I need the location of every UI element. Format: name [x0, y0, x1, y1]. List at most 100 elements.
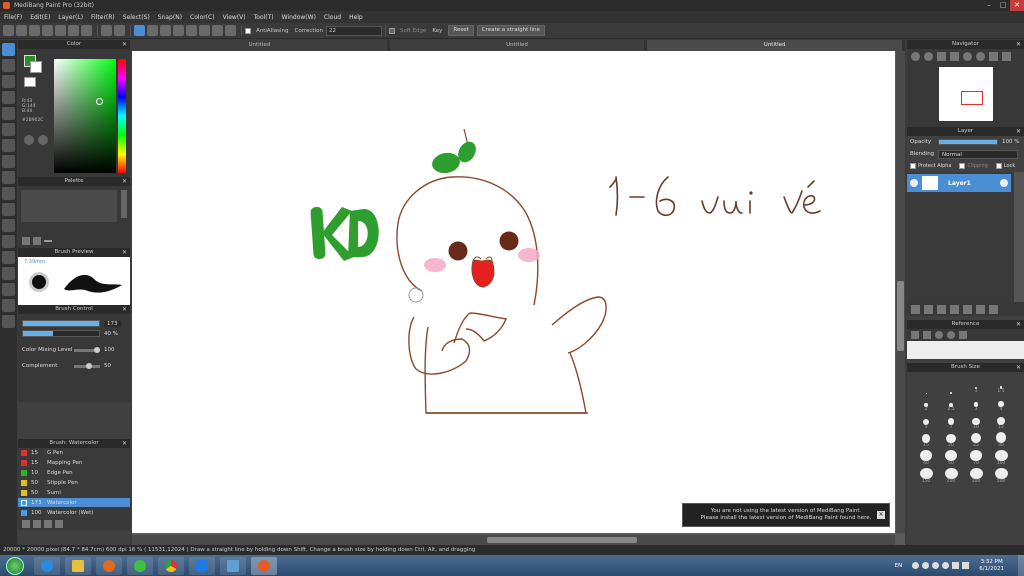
save-icon[interactable]: [29, 25, 40, 36]
menu-view[interactable]: View(V): [223, 14, 246, 21]
menu-window[interactable]: Window(W): [282, 14, 316, 21]
brush-size-value[interactable]: 173: [104, 320, 121, 327]
brush-size-option[interactable]: 20: [940, 432, 962, 448]
snap-parallel-icon[interactable]: [147, 25, 158, 36]
brush-delete-icon[interactable]: [55, 520, 63, 528]
navigator-preview[interactable]: [907, 63, 1024, 127]
undo-icon[interactable]: [101, 25, 112, 36]
network-icon[interactable]: [952, 562, 960, 569]
reference-open-icon[interactable]: [911, 331, 919, 339]
menu-filter[interactable]: Filter(R): [91, 14, 115, 21]
palette-area[interactable]: [21, 190, 117, 222]
zoom-out-icon[interactable]: [924, 51, 933, 61]
complement-slider[interactable]: [74, 362, 100, 369]
add-halftone-layer-icon[interactable]: [924, 304, 933, 314]
menu-layer[interactable]: Layer(L): [58, 14, 83, 21]
taskbar-app-green[interactable]: [127, 556, 153, 575]
language-indicator[interactable]: EN: [895, 563, 903, 569]
reference-zoom-in-icon[interactable]: [935, 331, 943, 339]
brush-size-option[interactable]: 500: [990, 468, 1012, 484]
taskbar-ie[interactable]: [34, 556, 60, 575]
brush-size-option[interactable]: [940, 378, 962, 394]
canvas-horizontal-scrollbar[interactable]: [132, 535, 895, 545]
brush-size-option[interactable]: 15: [915, 432, 937, 448]
color-square[interactable]: [54, 59, 116, 173]
tray-icon[interactable]: [922, 562, 930, 569]
brush-size-option[interactable]: 12: [990, 414, 1012, 430]
palette-menu-icon[interactable]: [44, 240, 52, 242]
dot-tool-icon[interactable]: [2, 75, 15, 88]
antialiasing-checkbox[interactable]: [245, 27, 251, 34]
canvas-vertical-scrollbar[interactable]: [896, 51, 905, 533]
reset-view-icon[interactable]: [989, 51, 998, 61]
brush-size-option[interactable]: 1.5: [990, 378, 1012, 394]
snap-settings-icon[interactable]: [225, 25, 236, 36]
text-tool-icon[interactable]: [2, 251, 15, 264]
clipping-checkbox[interactable]: [959, 163, 966, 169]
select-pen-tool-icon[interactable]: [2, 219, 15, 232]
layer-settings-icon[interactable]: [1000, 179, 1008, 187]
gradient-tool-icon[interactable]: [2, 155, 15, 168]
fit-icon[interactable]: [937, 51, 946, 61]
brush-copy-icon[interactable]: [33, 520, 41, 528]
straight-line-button[interactable]: Create a straight line: [476, 25, 545, 36]
close-button[interactable]: ✕: [1010, 0, 1024, 11]
brush-size-option[interactable]: 300: [965, 468, 987, 484]
lasso-tool-icon[interactable]: [2, 187, 15, 200]
brush-size-option[interactable]: 4: [990, 396, 1012, 412]
brush-list-item[interactable]: 50 Sumi: [18, 488, 130, 498]
brush-size-option[interactable]: 3: [965, 396, 987, 412]
brush-opacity-value[interactable]: 40 %: [104, 331, 118, 337]
merge-layer-icon[interactable]: [963, 304, 972, 314]
maximize-button[interactable]: □: [996, 0, 1010, 11]
clock[interactable]: 3:32 PM 6/1/2021: [979, 559, 1004, 573]
delete-layer-icon[interactable]: [989, 304, 998, 314]
taskbar-explorer[interactable]: [65, 556, 91, 575]
select-tool-icon[interactable]: [2, 171, 15, 184]
brush-size-option[interactable]: 200: [940, 468, 962, 484]
blending-select[interactable]: Normal: [938, 149, 1018, 159]
tray-icon[interactable]: [932, 562, 940, 569]
palette-delete-icon[interactable]: [33, 237, 41, 245]
palette-scrollbar[interactable]: [121, 190, 127, 218]
brush-list-item[interactable]: 15 G Pen: [18, 448, 130, 458]
brush-opacity-slider[interactable]: [22, 330, 100, 337]
show-desktop-button[interactable]: [1018, 555, 1024, 576]
brush-size-option[interactable]: 70: [965, 450, 987, 466]
brush-list-item[interactable]: 50 Stipple Pen: [18, 478, 130, 488]
hand-tool-icon[interactable]: [2, 299, 15, 312]
reference-zoom-out-icon[interactable]: [947, 331, 955, 339]
tray-icon[interactable]: [942, 562, 950, 569]
reset-button[interactable]: Reset: [448, 25, 474, 36]
palette-color-icon[interactable]: [38, 135, 48, 145]
navigator-view-rect[interactable]: [961, 91, 983, 105]
snap-vanishing-icon[interactable]: [186, 25, 197, 36]
tab-untitled-2[interactable]: Untitled: [389, 40, 645, 51]
brush-size-option[interactable]: [915, 378, 937, 394]
menu-select[interactable]: Select(S): [123, 14, 150, 21]
flip-icon[interactable]: [1002, 51, 1011, 61]
brush-size-option[interactable]: 2.5: [940, 396, 962, 412]
brush-size-option[interactable]: 100: [990, 450, 1012, 466]
tab-untitled-3[interactable]: Untitled: [647, 40, 903, 51]
drawing-canvas[interactable]: [132, 51, 895, 533]
brush-list-item[interactable]: 10 Edge Pen: [18, 468, 130, 478]
reference-area[interactable]: [907, 341, 1024, 359]
close-notice-icon[interactable]: ✕: [877, 511, 885, 519]
snap-circle-icon[interactable]: [199, 25, 210, 36]
brush-size-option[interactable]: 30: [990, 432, 1012, 448]
update-notice[interactable]: You are not using the latest version of …: [682, 503, 890, 527]
layer-item-selected[interactable]: Layer1: [907, 174, 1011, 192]
menu-help[interactable]: Help: [349, 14, 363, 21]
menu-cloud[interactable]: Cloud: [324, 14, 341, 21]
brush-size-option[interactable]: 25: [965, 432, 987, 448]
brush-list-item-selected[interactable]: 173 Watercolor: [18, 498, 130, 508]
tab-untitled-1[interactable]: Untitled: [132, 40, 387, 51]
hue-slider[interactable]: [118, 59, 126, 173]
brush-size-option[interactable]: 5: [915, 414, 937, 430]
layer-down-icon[interactable]: [950, 304, 959, 314]
brush-list-item[interactable]: 15 Mapping Pen: [18, 458, 130, 468]
snap-ellipse-icon[interactable]: [212, 25, 223, 36]
brush-list-item[interactable]: 100 Watercolor (Wet): [18, 508, 130, 518]
color-mixing-slider[interactable]: [74, 346, 100, 353]
